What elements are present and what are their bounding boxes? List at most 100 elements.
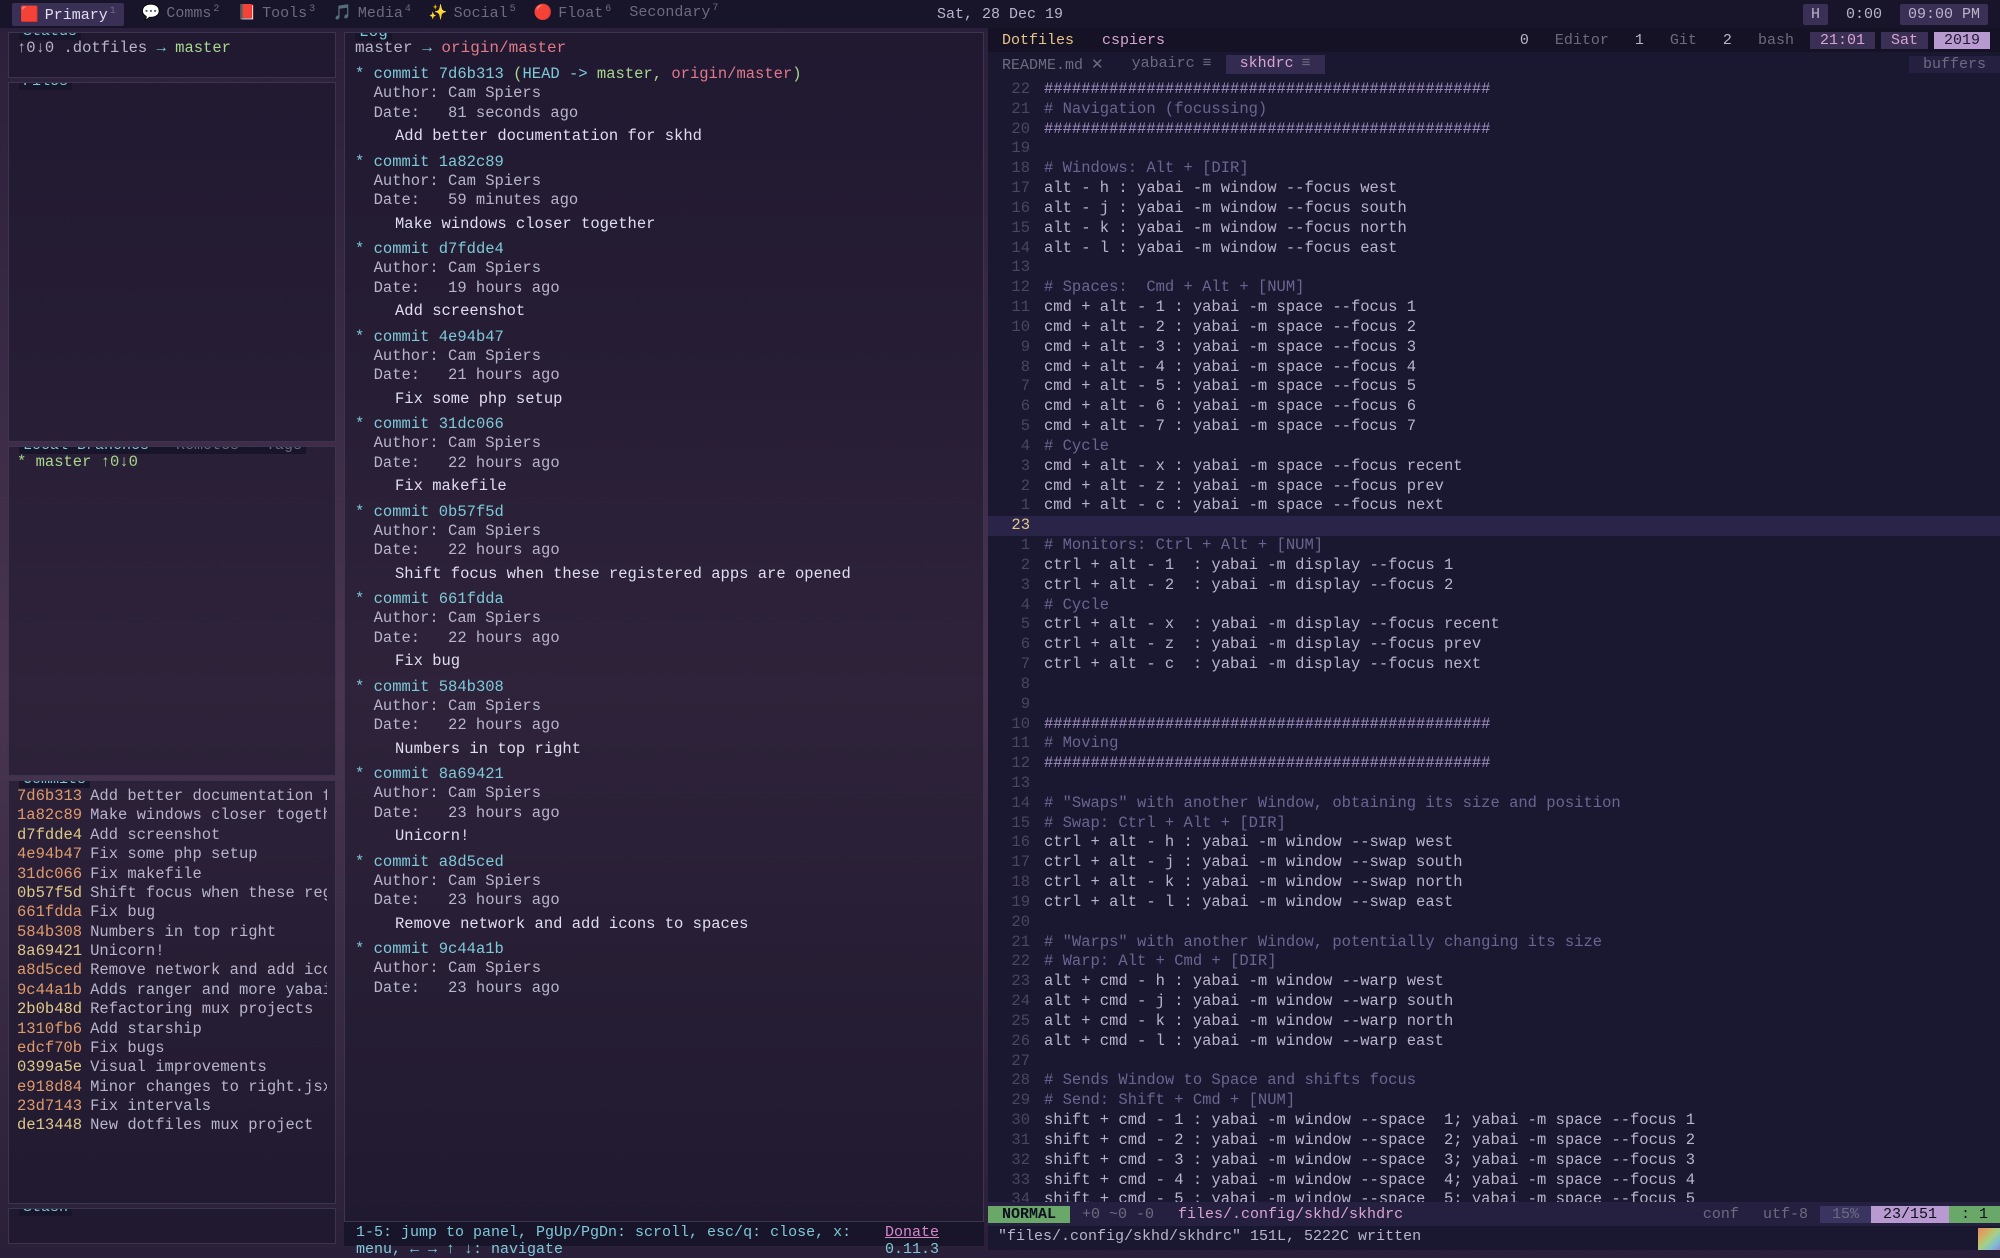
editor-line: 6ctrl + alt - z : yabai -m display --foc…	[988, 635, 2000, 655]
editor-line: 15alt - k : yabai -m window --focus nort…	[988, 219, 2000, 239]
editor-line: 14# "Swaps" with another Window, obtaini…	[988, 794, 2000, 814]
commit-row[interactable]: d7fdde4Add screenshot	[17, 826, 327, 845]
commit-row[interactable]: de13448New dotfiles mux project	[17, 1116, 327, 1135]
vim-git: +0 ~0 -0	[1070, 1206, 1166, 1223]
log-commit[interactable]: * commit 8a69421 Author: Cam Spiers Date…	[355, 765, 973, 847]
editor-line: 17alt - h : yabai -m window --focus west	[988, 179, 2000, 199]
editor-line: 15# Swap: Ctrl + Alt + [DIR]	[988, 814, 2000, 834]
log-commit[interactable]: * commit 9c44a1b Author: Cam Spiers Date…	[355, 940, 973, 998]
log-commit[interactable]: * commit 31dc066 Author: Cam Spiers Date…	[355, 415, 973, 497]
branches-title-extra: - Remotes - Tags	[149, 446, 302, 454]
editor-line: 27	[988, 1052, 2000, 1072]
menubar: 🟥Primary1 💬Comms2 📕Tools3 🎵Media4 ✨Social5 🔴F…	[0, 0, 2000, 28]
close-icon[interactable]: ✕	[1091, 57, 1104, 74]
editor-line: 21# Navigation (focussing)	[988, 100, 2000, 120]
workspace-secondary[interactable]: Secondary7	[629, 3, 718, 26]
editor-line: 25alt + cmd - k : yabai -m window --warp…	[988, 1012, 2000, 1032]
lazygit-main: Log master → origin/master * commit 7d6b…	[340, 28, 988, 1250]
commit-row[interactable]: a8d5cedRemove network and add icons t	[17, 961, 327, 980]
workspace-tools[interactable]: 📕Tools3	[237, 3, 315, 26]
editor-line: 32shift + cmd - 3 : yabai -m window --sp…	[988, 1151, 2000, 1171]
lazygit-help: 1-5: jump to panel, PgUp/PgDn: scroll, e…	[344, 1222, 984, 1246]
buffer-tab[interactable]: skhdrc≡	[1226, 55, 1325, 74]
log-title: Log	[355, 32, 392, 41]
commit-row[interactable]: 661fddaFix bug	[17, 903, 327, 922]
commit-row[interactable]: 1310fb6Add starship	[17, 1020, 327, 1039]
commit-row[interactable]: 0b57f5dShift focus when these registe	[17, 884, 327, 903]
commit-row[interactable]: 7d6b313Add better documentation for s	[17, 787, 327, 806]
commit-row[interactable]: edcf70bFix bugs	[17, 1039, 327, 1058]
log-commit[interactable]: * commit 1a82c89 Author: Cam Spiers Date…	[355, 153, 973, 235]
log-commit[interactable]: * commit 661fdda Author: Cam Spiers Date…	[355, 590, 973, 672]
vim-statusline: NORMAL +0 ~0 -0 files/.config/skhd/skhdr…	[988, 1202, 2000, 1226]
editor-line: 24alt + cmd - j : yabai -m window --warp…	[988, 992, 2000, 1012]
menubar-clock: 09:00 PM	[1900, 4, 1988, 25]
log-commit[interactable]: * commit a8d5ced Author: Cam Spiers Date…	[355, 853, 973, 935]
tmux-seg[interactable]: Git	[1660, 32, 1707, 49]
commits-panel[interactable]: Commits 7d6b313Add better documentation …	[8, 780, 336, 1204]
commit-row[interactable]: 2b0b48dRefactoring mux projects	[17, 1000, 327, 1019]
workspace-list: 🟥Primary1 💬Comms2 📕Tools3 🎵Media4 ✨Social5 🔴F…	[12, 3, 718, 26]
help-text: 1-5: jump to panel, PgUp/PgDn: scroll, e…	[356, 1224, 885, 1244]
editor-line: 26alt + cmd - l : yabai -m window --warp…	[988, 1032, 2000, 1052]
donate-link[interactable]: Donate	[885, 1224, 939, 1241]
commit-row[interactable]: 23d7143Fix intervals	[17, 1097, 327, 1116]
editor-line: 19ctrl + alt - l : yabai -m window --swa…	[988, 893, 2000, 913]
crumb-user[interactable]: cspiers	[1088, 32, 1179, 49]
status-panel[interactable]: Status ↑0↓0 .dotfiles → master	[8, 32, 336, 78]
commit-row[interactable]: e918d84Minor changes to right.jsx	[17, 1078, 327, 1097]
editor-line: 30shift + cmd - 1 : yabai -m window --sp…	[988, 1111, 2000, 1131]
log-commit[interactable]: * commit 584b308 Author: Cam Spiers Date…	[355, 678, 973, 760]
editor-line: 11# Moving	[988, 734, 2000, 754]
editor-body[interactable]: 22######################################…	[988, 76, 2000, 1202]
workspace-primary[interactable]: 🟥Primary1	[12, 3, 124, 26]
vim-pos: 23/151	[1871, 1206, 1949, 1223]
commit-row[interactable]: 1a82c89Make windows closer together	[17, 806, 327, 825]
workspace-social[interactable]: ✨Social5	[429, 3, 516, 26]
files-panel[interactable]: Files	[8, 82, 336, 442]
branch-current[interactable]: * master ↑0↓0	[17, 453, 138, 471]
menubar-h-chip[interactable]: H	[1803, 4, 1828, 25]
commit-row[interactable]: 584b308Numbers in top right	[17, 923, 327, 942]
log-panel[interactable]: Log master → origin/master * commit 7d6b…	[344, 32, 984, 1222]
tmux-seg[interactable]: 1	[1625, 32, 1654, 49]
branches-title: Local Branches	[23, 446, 149, 454]
editor-line: 14alt - l : yabai -m window --focus east	[988, 239, 2000, 259]
vim-file: files/.config/skhd/skhdrc	[1166, 1206, 1415, 1223]
close-icon[interactable]: ≡	[1203, 55, 1212, 72]
workspace-media[interactable]: 🎵Media4	[333, 3, 411, 26]
commit-row[interactable]: 9c44a1bAdds ranger and more yabai	[17, 981, 327, 1000]
editor-line: 3ctrl + alt - 2 : yabai -m display --foc…	[988, 576, 2000, 596]
log-commit[interactable]: * commit 0b57f5d Author: Cam Spiers Date…	[355, 503, 973, 585]
editor-line: 4# Cycle	[988, 437, 2000, 457]
log-commit[interactable]: * commit d7fdde4 Author: Cam Spiers Date…	[355, 240, 973, 322]
workspace-comms[interactable]: 💬Comms2	[142, 3, 220, 26]
buffer-tab[interactable]: yabairc≡	[1118, 55, 1226, 74]
tmux-seg[interactable]: Editor	[1545, 32, 1619, 49]
branches-panel[interactable]: Local Branches - Remotes - Tags * master…	[8, 446, 336, 776]
buffers-label[interactable]: buffers	[1909, 56, 2000, 73]
commit-row[interactable]: 31dc066Fix makefile	[17, 865, 327, 884]
editor-line: 23	[988, 516, 2000, 536]
tmux-seg[interactable]: 2	[1713, 32, 1742, 49]
tmux-seg[interactable]: bash	[1748, 32, 1804, 49]
tmux-seg[interactable]: 0	[1510, 32, 1539, 49]
editor-line: 34shift + cmd - 5 : yabai -m window --sp…	[988, 1190, 2000, 1202]
commit-row[interactable]: 4e94b47Fix some php setup	[17, 845, 327, 864]
editor-pane: Dotfiles cspiers 0Editor1Git2bash21:01Sa…	[988, 28, 2000, 1250]
editor-line: 23alt + cmd - h : yabai -m window --warp…	[988, 972, 2000, 992]
editor-line: 13	[988, 774, 2000, 794]
close-icon[interactable]: ≡	[1302, 55, 1311, 72]
workspace-float[interactable]: 🔴Float6	[534, 3, 612, 26]
editor-line: 22# Warp: Alt + Cmd + [DIR]	[988, 952, 2000, 972]
log-commit[interactable]: * commit 4e94b47 Author: Cam Spiers Date…	[355, 328, 973, 410]
commit-row[interactable]: 8a69421Unicorn!	[17, 942, 327, 961]
stash-panel[interactable]: Stash	[8, 1208, 336, 1244]
editor-line: 7cmd + alt - 5 : yabai -m space --focus …	[988, 377, 2000, 397]
commit-row[interactable]: 0399a5eVisual improvements	[17, 1058, 327, 1077]
buffer-tab[interactable]: README.md✕	[988, 55, 1118, 74]
vim-cmdline: "files/.config/skhd/skhdrc" 151L, 5222C …	[988, 1226, 2000, 1250]
editor-line: 1cmd + alt - c : yabai -m space --focus …	[988, 496, 2000, 516]
crumb-project[interactable]: Dotfiles	[988, 32, 1088, 49]
log-commit[interactable]: * commit 7d6b313 (HEAD -> master, origin…	[355, 65, 973, 147]
